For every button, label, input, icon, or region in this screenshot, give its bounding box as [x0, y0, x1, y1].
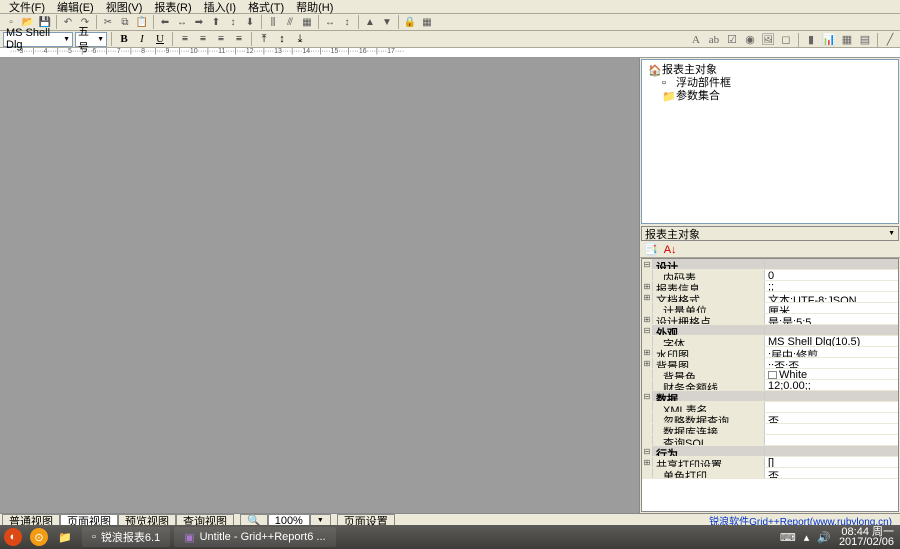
app-icon: ▣: [184, 531, 194, 544]
property-row[interactable]: 查询SQL: [642, 435, 898, 446]
underline-button[interactable]: U: [152, 32, 168, 47]
main-toolbar: ▫ 📂 💾 ↶ ↷ ✂ ⧉ 📋 ⬅ ↔ ➡ ⬆ ↕ ⬇ ⫼ ⫻ ▦ ↔ ↕ ▲ …: [0, 14, 900, 31]
bold-button[interactable]: B: [116, 32, 132, 47]
valign-bot-button[interactable]: ⤓: [292, 32, 308, 47]
files-icon[interactable]: 📁: [52, 525, 78, 549]
property-row[interactable]: ⊟数据: [642, 391, 898, 402]
font-combo[interactable]: MS Shell Dlg▼: [3, 32, 73, 47]
property-row[interactable]: 内码表0: [642, 270, 898, 281]
taskbar: ◐ ⊙ 📁 ▫锐浪报表6.1 ▣Untitle - Grid++Report6 …: [0, 525, 900, 549]
pic-icon[interactable]: 🖼: [760, 32, 776, 47]
menu-item[interactable]: 帮助(H): [290, 0, 339, 15]
align-center-button[interactable]: ≡: [195, 32, 211, 47]
align-just-button[interactable]: ≡: [231, 32, 247, 47]
property-row[interactable]: 单色打印否: [642, 468, 898, 479]
right-panel: 🏠报表主对象 ▫浮动部件框 📁参数集合 报表主对象▼ 📑 A↓ ⊟设计内码表0⊞…: [640, 58, 900, 513]
grid-icon[interactable]: ▦: [419, 15, 435, 30]
panel-icon: ▫: [662, 77, 674, 87]
align-right-icon[interactable]: ➡: [191, 15, 207, 30]
italic-button[interactable]: I: [134, 32, 150, 47]
property-row[interactable]: ⊞背景图;;否;否: [642, 358, 898, 369]
line-icon[interactable]: ╱: [882, 32, 898, 47]
property-row[interactable]: ⊞报表信息;;: [642, 281, 898, 292]
report-icon: 🏠: [648, 64, 660, 74]
keyboard-icon[interactable]: ⌨: [780, 531, 796, 544]
menu-item[interactable]: 插入(I): [198, 0, 242, 15]
align-left-icon[interactable]: ⬅: [157, 15, 173, 30]
lock-icon[interactable]: 🔒: [402, 15, 418, 30]
property-row[interactable]: 数据库连接: [642, 424, 898, 435]
menu-item[interactable]: 编辑(E): [51, 0, 100, 15]
taskbar-app-ruilang[interactable]: ▫锐浪报表6.1: [82, 527, 170, 547]
same-height-icon[interactable]: ⫻: [282, 15, 298, 30]
valign-top-button[interactable]: ⤒: [256, 32, 272, 47]
tree-item-params[interactable]: 📁参数集合: [644, 88, 896, 101]
sound-icon[interactable]: 🔊: [817, 531, 831, 544]
format-toolbar: MS Shell Dlg▼ 五号▼ B I U ≡ ≡ ≡ ≡ ⤒ ↕ ⤓ A …: [0, 31, 900, 48]
align-top-icon[interactable]: ⬆: [208, 15, 224, 30]
ubuntu-start-icon[interactable]: ◐: [0, 525, 26, 549]
property-toolbar: 📑 A↓: [640, 242, 900, 258]
object-tree[interactable]: 🏠报表主对象 ▫浮动部件框 📁参数集合: [641, 59, 899, 224]
property-row[interactable]: ⊞水印图;居中;修剪: [642, 347, 898, 358]
tray-icon[interactable]: ▴: [804, 531, 810, 544]
property-row[interactable]: ⊞设计栅格点是;是;5;5: [642, 314, 898, 325]
property-object-combo[interactable]: 报表主对象▼: [641, 226, 899, 241]
textbox-icon[interactable]: ab: [706, 32, 722, 47]
size-combo[interactable]: 五号▼: [75, 32, 107, 47]
menu-item[interactable]: 格式(T): [242, 0, 290, 15]
menu-item[interactable]: 报表(R): [148, 0, 197, 15]
property-row[interactable]: XML表名: [642, 402, 898, 413]
property-row[interactable]: 忽略数据查询否: [642, 413, 898, 424]
align-left-button[interactable]: ≡: [177, 32, 193, 47]
radio-icon[interactable]: ◉: [742, 32, 758, 47]
menu-bar: 文件(F)编辑(E)视图(V)报表(R)插入(I)格式(T)帮助(H): [0, 0, 900, 14]
vspace-icon[interactable]: ↕: [339, 15, 355, 30]
align-bottom-icon[interactable]: ⬇: [242, 15, 258, 30]
shape-icon[interactable]: ◻: [778, 32, 794, 47]
copy-icon[interactable]: ⧉: [117, 15, 133, 30]
hspace-icon[interactable]: ↔: [322, 15, 338, 30]
same-size-icon[interactable]: ▦: [299, 15, 315, 30]
categorize-icon[interactable]: 📑: [644, 243, 658, 256]
chart-icon[interactable]: 📊: [821, 32, 837, 47]
property-row[interactable]: ⊟外观: [642, 325, 898, 336]
menu-item[interactable]: 文件(F): [3, 0, 51, 15]
barcode-icon[interactable]: ▮: [803, 32, 819, 47]
valign-mid-button[interactable]: ↕: [274, 32, 290, 47]
taskbar-app-gridreport[interactable]: ▣Untitle - Grid++Report6 ...: [174, 527, 335, 547]
table-icon[interactable]: ▦: [839, 32, 855, 47]
paste-icon[interactable]: 📋: [134, 15, 150, 30]
property-row[interactable]: ⊞文档格式文本:UTF-8;JSON: [642, 292, 898, 303]
check-icon[interactable]: ☑: [724, 32, 740, 47]
property-row[interactable]: 字体MS Shell Dlg(10.5): [642, 336, 898, 347]
sort-az-icon[interactable]: A↓: [664, 244, 677, 256]
cut-icon[interactable]: ✂: [100, 15, 116, 30]
property-row[interactable]: ⊟行为: [642, 446, 898, 457]
design-canvas[interactable]: [0, 58, 640, 513]
app-icon: ▫: [92, 531, 96, 543]
folder-icon: 📁: [662, 90, 674, 100]
subreport-icon[interactable]: ▤: [857, 32, 873, 47]
align-right-button[interactable]: ≡: [213, 32, 229, 47]
property-row[interactable]: 财务金额线12;0.00;;: [642, 380, 898, 391]
property-row[interactable]: 背景色White: [642, 369, 898, 380]
align-middle-icon[interactable]: ↕: [225, 15, 241, 30]
label-icon[interactable]: A: [688, 32, 704, 47]
align-center-icon[interactable]: ↔: [174, 15, 190, 30]
horizontal-ruler: ····3····|····4····|····5····|····6····|…: [0, 48, 900, 58]
property-row[interactable]: 计量单位厘米: [642, 303, 898, 314]
property-grid[interactable]: ⊟设计内码表0⊞报表信息;;⊞文档格式文本:UTF-8;JSON计量单位厘米⊞设…: [641, 258, 899, 512]
same-width-icon[interactable]: ⫼: [265, 15, 281, 30]
back-icon[interactable]: ▼: [379, 15, 395, 30]
insert-toolbar: A ab ☑ ◉ 🖼 ◻ ▮ 📊 ▦ ▤ ╱: [688, 32, 898, 47]
menu-item[interactable]: 视图(V): [100, 0, 149, 15]
property-row[interactable]: ⊟设计: [642, 259, 898, 270]
launcher-icon[interactable]: ⊙: [26, 525, 52, 549]
front-icon[interactable]: ▲: [362, 15, 378, 30]
property-row[interactable]: ⊞共享打印设置[]: [642, 457, 898, 468]
clock[interactable]: 08:44 周一 2017/02/06: [839, 527, 894, 547]
